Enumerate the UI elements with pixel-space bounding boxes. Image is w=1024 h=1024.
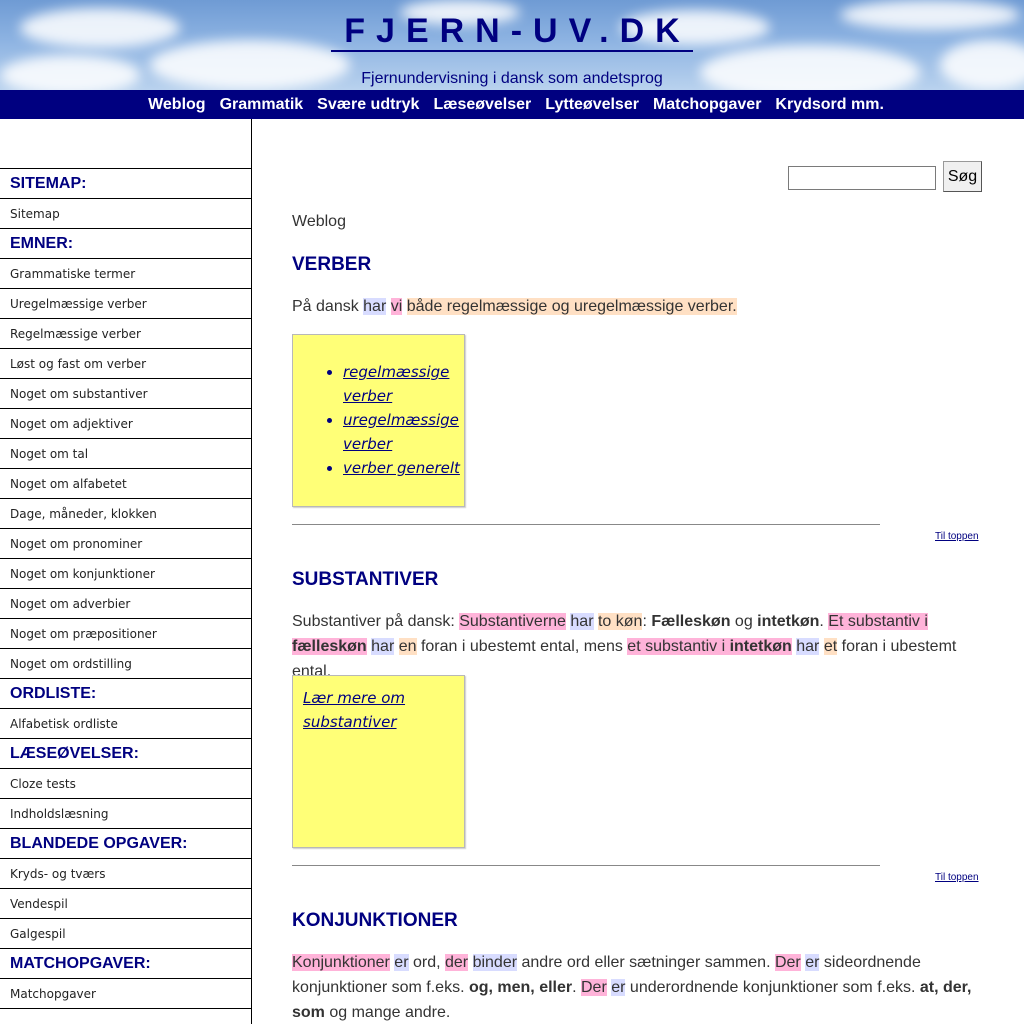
sidebar-header-label: BLANDEDE OPGAVER:	[10, 834, 188, 852]
sidebar-item-noget-om-ordstilling[interactable]: Noget om ordstilling	[0, 649, 251, 679]
sidebar-item-noget-om-substantiver[interactable]: Noget om substantiver	[0, 379, 251, 409]
verber-paragraph: På dansk har vi både regelmæssige og ure…	[292, 298, 737, 315]
sidebar-item-label[interactable]: Regelmæssige verber	[10, 327, 141, 341]
sidebar-item-noget-om-pronominer[interactable]: Noget om pronominer	[0, 529, 251, 559]
sidebar-item-noget-om-konjunktioner[interactable]: Noget om konjunktioner	[0, 559, 251, 589]
link-uregelmaessige-verber[interactable]: uregelmæssige verber	[343, 411, 459, 453]
sidebar-item-label[interactable]: Grammatiske termer	[10, 267, 135, 281]
sidebar-item-label[interactable]: Dage, måneder, klokken	[10, 507, 157, 521]
site-title[interactable]: FJERN-UV.DK	[0, 12, 1024, 52]
sidebar-header-sitemap: SITEMAP:	[0, 169, 251, 199]
divider	[292, 865, 880, 866]
sidebar-header-ordliste: ORDLISTE:	[0, 679, 251, 709]
sidebar-item-label[interactable]: Galgespil	[10, 927, 66, 941]
nav-svaere-udtryk[interactable]: Svære udtryk	[317, 96, 419, 114]
sidebar-item-alfabetisk-ordliste[interactable]: Alfabetisk ordliste	[0, 709, 251, 739]
sidebar-header-label: ORDLISTE:	[10, 684, 97, 702]
to-top-link[interactable]: Til toppen	[935, 531, 979, 542]
sidebar-item-label[interactable]: Matchopgaver	[10, 987, 96, 1001]
sidebar-header-label: MATCHOPGAVER:	[10, 954, 151, 972]
sidebar-item-label[interactable]: Noget om præpositioner	[10, 627, 157, 641]
sidebar-item-dage-måneder-klokken[interactable]: Dage, måneder, klokken	[0, 499, 251, 529]
sidebar-item-noget-om-adjektiver[interactable]: Noget om adjektiver	[0, 409, 251, 439]
section-title-substantiver: SUBSTANTIVER	[292, 569, 439, 590]
link-laer-mere-substantiver[interactable]: Lær mere om substantiver	[303, 689, 405, 731]
sidebar-item-label[interactable]: Noget om adjektiver	[10, 417, 133, 431]
sidebar-item-label[interactable]: Cloze tests	[10, 777, 76, 791]
sidebar-item-løst-og-fast-om-verber[interactable]: Løst og fast om verber	[0, 349, 251, 379]
nav-lytteovelser[interactable]: Lytteøvelser	[545, 96, 639, 114]
sidebar-item-uregelmæssige-verber[interactable]: Uregelmæssige verber	[0, 289, 251, 319]
sidebar-item-label[interactable]: Indholdslæsning	[10, 807, 108, 821]
sidebar-item-label[interactable]: Uregelmæssige verber	[10, 297, 147, 311]
sidebar-item-noget-om-tal[interactable]: Noget om tal	[0, 439, 251, 469]
breadcrumb: Weblog	[292, 213, 346, 230]
site-subtitle: Fjernundervisning i dansk som andetsprog	[361, 70, 663, 87]
link-verber-generelt[interactable]: verber generelt	[343, 459, 460, 477]
sidebar-header-label: EMNER:	[10, 234, 74, 252]
substantiver-paragraph: Substantiver på dansk: Substantiverne ha…	[292, 613, 957, 680]
sidebar-item-label[interactable]: Sitemap	[10, 207, 60, 221]
sidebar-item-label[interactable]: Alfabetisk ordliste	[10, 717, 118, 731]
sidebar: SITEMAP: Sitemap EMNER: Grammatiske termer U…	[0, 119, 252, 1024]
to-top-link[interactable]: Til toppen	[935, 872, 979, 883]
sidebar-item-grammatiske-termer[interactable]: Grammatiske termer	[0, 259, 251, 289]
sidebar-header-emner: EMNER:	[0, 229, 251, 259]
sidebar-item-vendespil[interactable]: Vendespil	[0, 889, 251, 919]
sidebar-item-label[interactable]: Noget om adverbier	[10, 597, 130, 611]
sidebar-item-cloze-tests[interactable]: Cloze tests	[0, 769, 251, 799]
link-regelmaessige-verber[interactable]: regelmæssige verber	[343, 363, 449, 405]
sidebar-item-indholdslæsning[interactable]: Indholdslæsning	[0, 799, 251, 829]
site-header: FJERN-UV.DK Fjernundervisning i dansk so…	[0, 0, 1024, 90]
sidebar-item-label[interactable]: Kryds- og tværs	[10, 867, 105, 881]
sidebar-item-regelmæssige-verber[interactable]: Regelmæssige verber	[0, 319, 251, 349]
sidebar-item-kryds-og-tværs[interactable]: Kryds- og tværs	[0, 859, 251, 889]
sidebar-item-noget-om-adverbier[interactable]: Noget om adverbier	[0, 589, 251, 619]
sidebar-item-sitemap[interactable]: Sitemap	[0, 199, 251, 229]
sidebar-item-noget-om-alfabetet[interactable]: Noget om alfabetet	[0, 469, 251, 499]
section-title-konjunktioner: KONJUNKTIONER	[292, 910, 458, 931]
sidebar-item-label[interactable]: Noget om substantiver	[10, 387, 148, 401]
sidebar-header-blandede-opgaver: BLANDEDE OPGAVER:	[0, 829, 251, 859]
sidebar-item-label[interactable]: Noget om tal	[10, 447, 88, 461]
sidebar-item-matchopgaver[interactable]: Matchopgaver	[0, 979, 251, 1009]
sidebar-item-label[interactable]: Noget om pronominer	[10, 537, 142, 551]
sidebar-item-label[interactable]: Noget om konjunktioner	[10, 567, 155, 581]
sidebar-header-læseøvelser: LÆSEØVELSER:	[0, 739, 251, 769]
sidebar-item-label[interactable]: Noget om alfabetet	[10, 477, 127, 491]
top-navigation: Weblog Grammatik Svære udtryk Læseøvelse…	[0, 90, 1024, 119]
sidebar-item-label[interactable]: Løst og fast om verber	[10, 357, 146, 371]
sidebar-item-label[interactable]: Noget om ordstilling	[10, 657, 132, 671]
sidebar-top-border	[0, 168, 251, 169]
sidebar-item-noget-om-præpositioner[interactable]: Noget om præpositioner	[0, 619, 251, 649]
sidebar-header-matchopgaver: MATCHOPGAVER:	[0, 949, 251, 979]
verber-note: regelmæssige verber uregelmæssige verber…	[292, 334, 465, 507]
sidebar-item-galgespil[interactable]: Galgespil	[0, 919, 251, 949]
nav-weblog[interactable]: Weblog	[148, 96, 205, 114]
nav-matchopgaver[interactable]: Matchopgaver	[653, 96, 761, 114]
nav-laeseovelser[interactable]: Læseøvelser	[433, 96, 531, 114]
search-button[interactable]: Søg	[943, 161, 982, 192]
search-input[interactable]	[788, 166, 936, 190]
sidebar-item-label[interactable]: Vendespil	[10, 897, 68, 911]
substantiver-note: Lær mere om substantiver	[292, 675, 465, 848]
sidebar-header-label: LÆSEØVELSER:	[10, 744, 139, 762]
nav-grammatik[interactable]: Grammatik	[220, 96, 304, 114]
sidebar-header-label: SITEMAP:	[10, 174, 87, 192]
divider	[292, 524, 880, 525]
section-title-verber: VERBER	[292, 254, 372, 275]
konjunktioner-paragraph: Konjunktioner er ord, der binder andre o…	[292, 954, 972, 1021]
nav-krydsord[interactable]: Krydsord mm.	[775, 96, 883, 114]
